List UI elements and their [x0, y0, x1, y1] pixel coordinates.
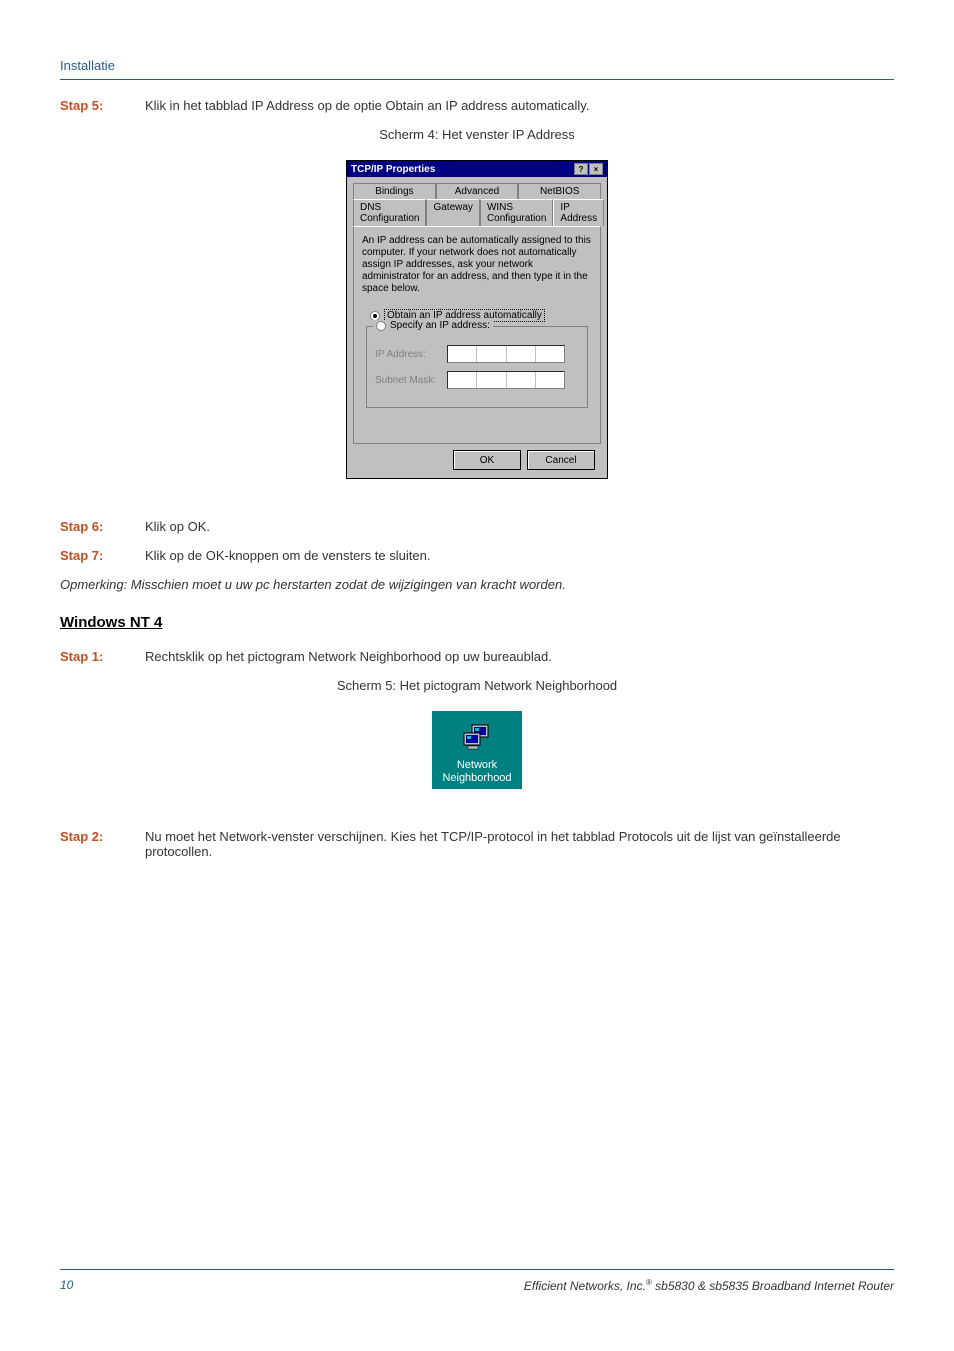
- subnet-mask-row: Subnet Mask:: [375, 371, 579, 389]
- tab-gateway[interactable]: Gateway: [426, 199, 479, 226]
- footer-text: Efficient Networks, Inc.® sb5830 & sb583…: [524, 1278, 894, 1293]
- subnet-mask-label: Subnet Mask:: [375, 375, 439, 386]
- tab-wins[interactable]: WINS Configuration: [480, 199, 553, 226]
- radio-specify-label: Specify an IP address:: [390, 320, 490, 331]
- network-neighborhood-icon[interactable]: Network Neighborhood: [432, 711, 522, 789]
- ip-seg[interactable]: [536, 372, 564, 388]
- subnet-mask-input[interactable]: [447, 371, 565, 389]
- dialog-buttons: OK Cancel: [353, 444, 601, 470]
- cancel-button[interactable]: Cancel: [527, 450, 595, 470]
- network-neighborhood-wrap: Network Neighborhood: [60, 711, 894, 789]
- step-5: Stap 5: Klik in het tabblad IP Address o…: [60, 98, 894, 113]
- ok-button[interactable]: OK: [453, 450, 521, 470]
- tab-netbios[interactable]: NetBIOS: [518, 183, 601, 199]
- page-footer: 10 Efficient Networks, Inc.® sb5830 & sb…: [60, 1269, 894, 1293]
- footer-company: Efficient Networks, Inc.: [524, 1279, 646, 1293]
- ip-seg[interactable]: [477, 372, 506, 388]
- ip-seg[interactable]: [536, 346, 564, 362]
- tab-bindings[interactable]: Bindings: [353, 183, 436, 199]
- footer-rule: [60, 1269, 894, 1270]
- tab-dns[interactable]: DNS Configuration: [353, 199, 426, 226]
- ip-seg[interactable]: [477, 346, 506, 362]
- help-button[interactable]: ?: [574, 163, 588, 175]
- ip-seg[interactable]: [507, 346, 536, 362]
- dialog-titlebar: TCP/IP Properties ? ×: [347, 161, 607, 177]
- titlebar-buttons: ? ×: [574, 163, 603, 175]
- tab-advanced[interactable]: Advanced: [436, 183, 519, 199]
- step-7-label: Stap 7:: [60, 548, 145, 563]
- step-2b-text: Nu moet het Network-venster verschijnen.…: [145, 829, 894, 859]
- step-6-text: Klik op OK.: [145, 519, 894, 534]
- tab-content: An IP address can be automatically assig…: [353, 226, 601, 444]
- radio-specify[interactable]: [376, 321, 386, 331]
- footer-product: sb5830 & sb5835 Broadband Internet Route…: [652, 1279, 894, 1293]
- step-6-label: Stap 6:: [60, 519, 145, 534]
- step-1b: Stap 1: Rechtsklik op het pictogram Netw…: [60, 649, 894, 664]
- footer-row: 10 Efficient Networks, Inc.® sb5830 & sb…: [60, 1278, 894, 1293]
- ip-seg[interactable]: [448, 372, 477, 388]
- ip-address-label: IP Address:: [375, 349, 439, 360]
- header-rule: [60, 79, 894, 80]
- nn-label-line2: Neighborhood: [442, 772, 511, 784]
- caption-5: Scherm 5: Het pictogram Network Neighbor…: [60, 678, 894, 693]
- nn-label-line1: Network: [457, 759, 497, 771]
- step-7: Stap 7: Klik op de OK-knoppen om de vens…: [60, 548, 894, 563]
- dialog-title: TCP/IP Properties: [351, 164, 435, 175]
- ip-seg[interactable]: [507, 372, 536, 388]
- ip-address-input[interactable]: [447, 345, 565, 363]
- step-1b-text: Rechtsklik op het pictogram Network Neig…: [145, 649, 894, 664]
- tabs-row-2: DNS Configuration Gateway WINS Configura…: [353, 199, 601, 226]
- close-button[interactable]: ×: [589, 163, 603, 175]
- step-2b-label: Stap 2:: [60, 829, 145, 859]
- caption-4: Scherm 4: Het venster IP Address: [60, 127, 894, 142]
- page-number: 10: [60, 1278, 73, 1293]
- specify-fieldset: Specify an IP address: IP Address: Subne…: [366, 326, 588, 408]
- step-1b-label: Stap 1:: [60, 649, 145, 664]
- step-7-text: Klik op de OK-knoppen om de vensters te …: [145, 548, 894, 563]
- tab-ip-address[interactable]: IP Address: [553, 199, 604, 226]
- tabs-row-1: Bindings Advanced NetBIOS: [353, 183, 601, 199]
- step-5-label: Stap 5:: [60, 98, 145, 113]
- nn-label: Network Neighborhood: [438, 759, 516, 785]
- ip-seg[interactable]: [448, 346, 477, 362]
- section-heading-nt4: Windows NT 4: [60, 614, 894, 631]
- section-header: Installatie: [60, 58, 894, 73]
- step-6: Stap 6: Klik op OK.: [60, 519, 894, 534]
- dialog-wrap: TCP/IP Properties ? × Bindings Advanced …: [60, 160, 894, 479]
- ip-address-row: IP Address:: [375, 345, 579, 363]
- network-neighborhood-svg: [460, 723, 494, 753]
- dialog-body: Bindings Advanced NetBIOS DNS Configurat…: [347, 177, 607, 478]
- info-text: An IP address can be automatically assig…: [362, 235, 592, 295]
- radio-specify-row[interactable]: Specify an IP address:: [373, 320, 493, 331]
- step-2b: Stap 2: Nu moet het Network-venster vers…: [60, 829, 894, 859]
- step-5-text: Klik in het tabblad IP Address op de opt…: [145, 98, 894, 113]
- note-restart: Opmerking: Misschien moet u uw pc hersta…: [60, 577, 894, 592]
- radio-obtain[interactable]: [370, 311, 380, 321]
- tcpip-properties-dialog: TCP/IP Properties ? × Bindings Advanced …: [346, 160, 608, 479]
